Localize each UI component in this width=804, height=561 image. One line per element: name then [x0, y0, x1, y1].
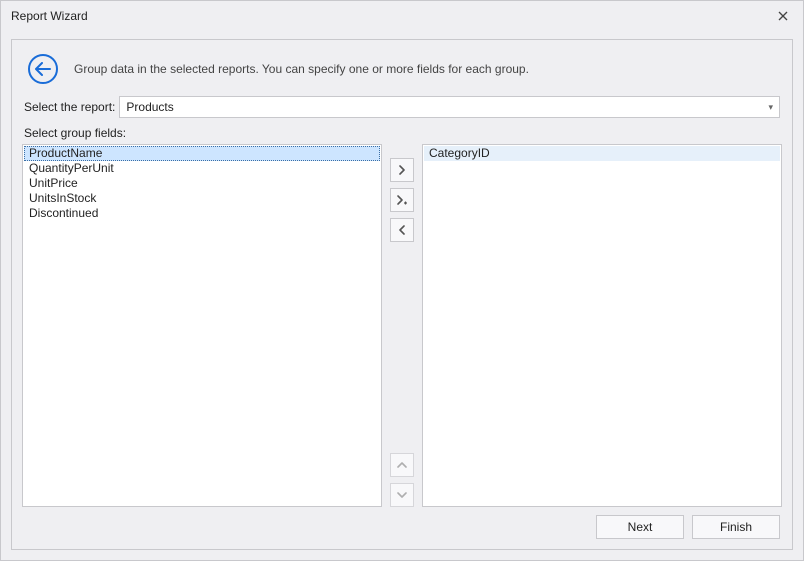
- selected-fields-listbox[interactable]: CategoryID: [422, 144, 782, 507]
- select-report-label: Select the report:: [24, 100, 115, 114]
- move-down-button[interactable]: [390, 483, 414, 507]
- footer-buttons: Next Finish: [22, 507, 782, 539]
- add-field-button[interactable]: [390, 158, 414, 182]
- chevron-down-icon: ▾: [768, 102, 773, 113]
- select-report-value: Products: [126, 100, 173, 114]
- list-item[interactable]: ProductName: [24, 146, 380, 161]
- transfer-buttons: [388, 144, 416, 507]
- back-arrow-icon: [35, 62, 51, 76]
- list-item[interactable]: UnitsInStock: [24, 191, 380, 206]
- content-panel: Group data in the selected reports. You …: [11, 39, 793, 550]
- remove-field-button[interactable]: [390, 218, 414, 242]
- chevron-down-icon: [397, 491, 407, 499]
- next-button[interactable]: Next: [596, 515, 684, 539]
- lists-row: ProductName QuantityPerUnit UnitPrice Un…: [22, 142, 782, 507]
- available-fields-listbox[interactable]: ProductName QuantityPerUnit UnitPrice Un…: [22, 144, 382, 507]
- content-outer: Group data in the selected reports. You …: [1, 31, 803, 560]
- select-report-row: Select the report: Products ▾: [22, 96, 782, 124]
- wizard-header: Group data in the selected reports. You …: [22, 50, 782, 96]
- chevron-right-plus-icon: [396, 194, 408, 206]
- chevron-left-icon: [398, 225, 406, 235]
- titlebar: Report Wizard: [1, 1, 803, 31]
- move-up-button[interactable]: [390, 453, 414, 477]
- wizard-description: Group data in the selected reports. You …: [74, 62, 529, 76]
- add-all-fields-button[interactable]: [390, 188, 414, 212]
- finish-button[interactable]: Finish: [692, 515, 780, 539]
- select-report-combo[interactable]: Products ▾: [119, 96, 780, 118]
- chevron-right-icon: [398, 165, 406, 175]
- list-item[interactable]: CategoryID: [424, 146, 780, 161]
- list-item[interactable]: Discontinued: [24, 206, 380, 221]
- chevron-up-icon: [397, 461, 407, 469]
- select-group-fields-label: Select group fields:: [22, 124, 782, 142]
- list-item[interactable]: QuantityPerUnit: [24, 161, 380, 176]
- close-icon: [778, 11, 788, 21]
- window-title: Report Wizard: [11, 9, 88, 23]
- list-item[interactable]: UnitPrice: [24, 176, 380, 191]
- close-button[interactable]: [771, 4, 795, 28]
- report-wizard-window: Report Wizard Group data in the selected…: [0, 0, 804, 561]
- back-button[interactable]: [28, 54, 58, 84]
